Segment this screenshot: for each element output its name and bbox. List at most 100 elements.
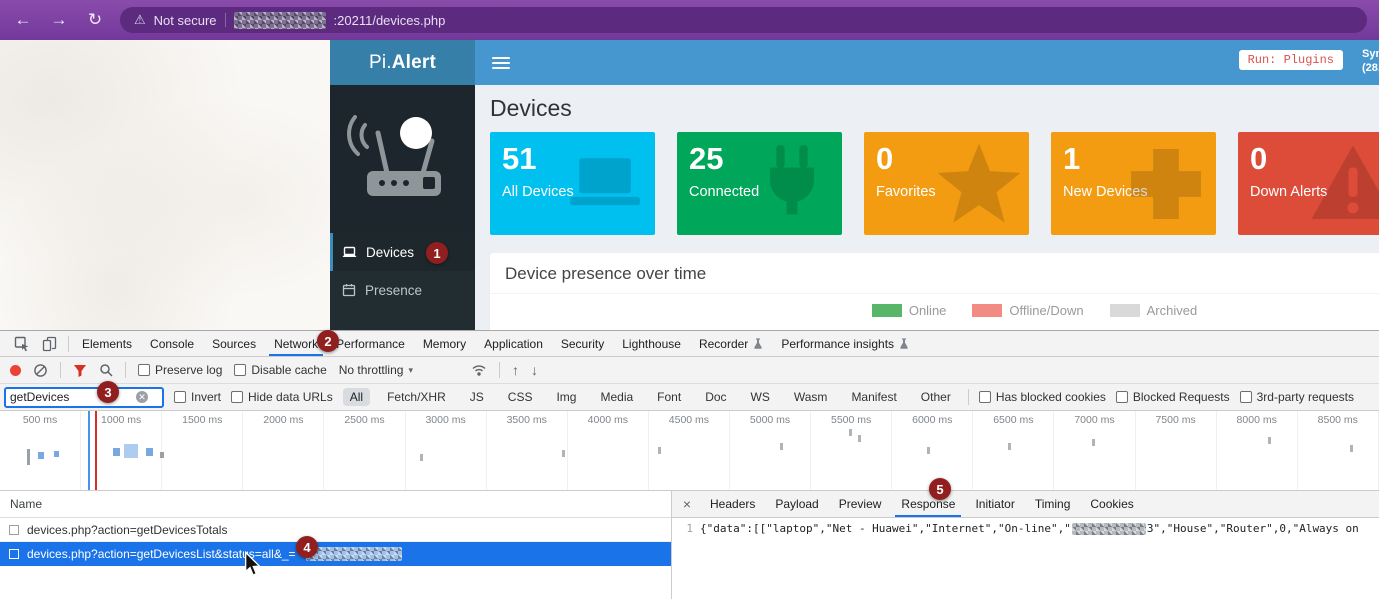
record-button[interactable]	[10, 365, 21, 376]
hamburger-menu-icon[interactable]	[492, 57, 510, 69]
has-blocked-cookies-toggle[interactable]: Has blocked cookies	[979, 390, 1106, 404]
filter-type-font[interactable]: Font	[650, 388, 688, 406]
annotation-step-2: 2	[317, 330, 339, 352]
filter-input-wrap[interactable]: ✕	[4, 387, 164, 408]
filter-type-ws[interactable]: WS	[744, 388, 777, 406]
filter-type-media[interactable]: Media	[593, 388, 640, 406]
devtools-tab-recorder[interactable]: Recorder	[690, 331, 772, 356]
devtools-tab-memory[interactable]: Memory	[414, 331, 475, 356]
response-body-viewer[interactable]: 1 {"data":[["laptop","Net - Huawei","Int…	[672, 518, 1379, 599]
filter-type-img[interactable]: Img	[549, 388, 583, 406]
requests-name-column-header[interactable]: Name	[0, 491, 671, 518]
tab-label: Cookies	[1090, 497, 1133, 511]
address-bar[interactable]: ⚠ Not secure :20211/devices.php	[120, 7, 1367, 33]
back-icon[interactable]: ←	[12, 10, 34, 30]
export-har-icon[interactable]: ↓	[531, 362, 538, 378]
url-text: :20211/devices.php	[334, 13, 446, 28]
run-plugins-button[interactable]: Run: Plugins	[1239, 50, 1343, 70]
detail-tab-response[interactable]: Response	[891, 491, 965, 517]
filter-type-wasm[interactable]: Wasm	[787, 388, 835, 406]
third-party-requests-checkbox[interactable]	[1240, 391, 1252, 403]
hide-data-urls-checkbox[interactable]	[231, 391, 243, 403]
disable-cache-checkbox[interactable]	[234, 364, 246, 376]
forward-icon[interactable]: →	[48, 10, 70, 30]
tab-label: Console	[150, 337, 194, 351]
preserve-log-checkbox[interactable]	[138, 364, 150, 376]
third-party-requests-toggle[interactable]: 3rd-party requests	[1240, 390, 1354, 404]
legend-item-online[interactable]: Online	[872, 303, 947, 318]
devtools-tab-performance-insights[interactable]: Performance insights	[772, 331, 918, 356]
filter-type-fetch-xhr[interactable]: Fetch/XHR	[380, 388, 453, 406]
blocked-requests-toggle[interactable]: Blocked Requests	[1116, 390, 1230, 404]
hide-data-urls-toggle[interactable]: Hide data URLs	[231, 390, 333, 404]
sidebar-item-devices[interactable]: Devices	[330, 233, 475, 271]
stat-cards-row: 51 All Devices 25 Connected 0 Favorites	[490, 132, 1379, 235]
screenshot-root: ← → ↻ ⚠ Not secure :20211/devices.php Pi…	[0, 0, 1379, 599]
filter-type-other[interactable]: Other	[914, 388, 958, 406]
close-icon[interactable]: ×	[674, 491, 700, 517]
detail-tab-initiator[interactable]: Initiator	[965, 491, 1024, 517]
request-row-get-devices-totals[interactable]: devices.php?action=getDevicesTotals	[0, 518, 671, 542]
filter-type-doc[interactable]: Doc	[698, 388, 733, 406]
stat-card-all-devices[interactable]: 51 All Devices	[490, 132, 655, 235]
devtools-tab-elements[interactable]: Elements	[73, 331, 141, 356]
file-icon	[9, 549, 19, 559]
throttling-dropdown[interactable]: No throttling ▾	[339, 363, 413, 377]
disable-cache-toggle[interactable]: Disable cache	[234, 363, 326, 377]
inspect-element-icon[interactable]	[8, 331, 36, 356]
toggle-device-toolbar-icon[interactable]	[36, 331, 64, 356]
devtools-tab-sources[interactable]: Sources	[203, 331, 265, 356]
plus-icon	[1120, 138, 1212, 230]
import-har-icon[interactable]: ↑	[512, 362, 519, 378]
devtools-tab-performance[interactable]: Performance	[327, 331, 414, 356]
tab-label: Performance insights	[781, 337, 894, 351]
request-row-get-devices-list[interactable]: devices.php?action=getDevicesList&status…	[0, 542, 671, 566]
legend-item-offline-down[interactable]: Offline/Down	[972, 303, 1083, 318]
timeline-mark	[1008, 443, 1011, 450]
stat-card-favorites[interactable]: 0 Favorites	[864, 132, 1029, 235]
legend-swatch	[1110, 304, 1140, 317]
tab-label: Sources	[212, 337, 256, 351]
reload-icon[interactable]: ↻	[84, 10, 106, 30]
timeline-mark	[88, 411, 90, 491]
warning-icon	[1307, 138, 1379, 230]
filter-type-all[interactable]: All	[343, 388, 370, 406]
legend-item-archived[interactable]: Archived	[1110, 303, 1198, 318]
corner-line-1: Sym	[1362, 48, 1379, 60]
filter-type-manifest[interactable]: Manifest	[844, 388, 903, 406]
filter-type-js[interactable]: JS	[463, 388, 491, 406]
stat-card-connected[interactable]: 25 Connected	[677, 132, 842, 235]
devtools-tab-console[interactable]: Console	[141, 331, 203, 356]
devtools-tab-security[interactable]: Security	[552, 331, 613, 356]
timeline-mark	[420, 454, 423, 461]
detail-tab-preview[interactable]: Preview	[829, 491, 892, 517]
divider	[125, 362, 126, 378]
clear-filter-icon[interactable]: ✕	[136, 391, 148, 403]
detail-tab-timing[interactable]: Timing	[1025, 491, 1081, 517]
stat-card-new-devices[interactable]: 1 New Devices	[1051, 132, 1216, 235]
devtools-tab-application[interactable]: Application	[475, 331, 552, 356]
tab-label: Elements	[82, 337, 132, 351]
detail-tab-cookies[interactable]: Cookies	[1080, 491, 1143, 517]
filter-funnel-icon[interactable]	[73, 363, 87, 377]
devtools-tab-lighthouse[interactable]: Lighthouse	[613, 331, 690, 356]
detail-tab-headers[interactable]: Headers	[700, 491, 765, 517]
filter-type-css[interactable]: CSS	[501, 388, 540, 406]
stat-card-down-alerts[interactable]: 0 Down Alerts	[1238, 132, 1379, 235]
detail-tab-payload[interactable]: Payload	[765, 491, 828, 517]
sidebar-item-presence[interactable]: Presence	[330, 271, 475, 309]
app-logo[interactable]: Pi.Alert	[330, 40, 475, 85]
preserve-log-toggle[interactable]: Preserve log	[138, 363, 222, 377]
has-blocked-cookies-checkbox[interactable]	[979, 391, 991, 403]
page-viewport: Pi.Alert	[0, 40, 1379, 330]
clear-icon[interactable]	[33, 363, 48, 378]
network-conditions-icon[interactable]	[471, 363, 487, 377]
network-overview-timeline[interactable]: 500 ms1000 ms1500 ms2000 ms2500 ms3000 m…	[0, 411, 1379, 491]
plug-icon	[746, 138, 838, 230]
blocked-requests-checkbox[interactable]	[1116, 391, 1128, 403]
tab-label: Timing	[1035, 497, 1071, 511]
search-icon[interactable]	[99, 363, 113, 377]
invert-toggle[interactable]: Invert	[174, 390, 221, 404]
invert-checkbox[interactable]	[174, 391, 186, 403]
browser-toolbar: ← → ↻ ⚠ Not secure :20211/devices.php	[0, 0, 1379, 40]
